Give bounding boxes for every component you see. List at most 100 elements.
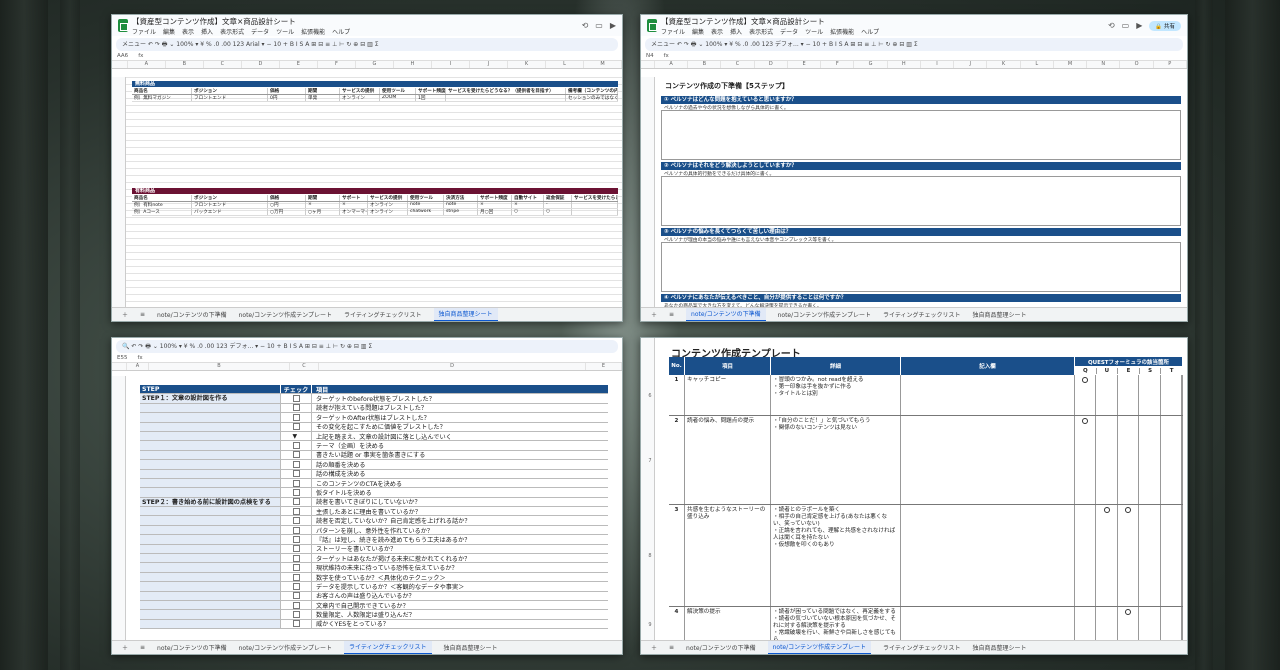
checklist-item[interactable]: テーマ（企画）を決める <box>312 441 608 450</box>
menu-edit[interactable]: 編集 <box>692 27 704 36</box>
td[interactable]: ZOOM <box>380 95 416 101</box>
paid-table-row[interactable]: 例）Aコース バックエンド ○万円 ○ヶ月 オンマーマイ オンライン chatwork str… <box>132 209 618 216</box>
tab-checklist[interactable]: ライティングチェックリスト <box>343 641 432 654</box>
tab-template[interactable]: note/コンテンツ作成テンプレート <box>767 641 871 654</box>
td[interactable]: オンライン <box>340 95 380 101</box>
toolbar[interactable]: メニュー ↶ ↷ 🖶 ⌄ 100% ▾ ¥ % .0 .00 123 デフォ..… <box>645 38 1183 51</box>
tab-checklist[interactable]: ライティングチェックリスト <box>344 310 422 319</box>
tab-product-sheet[interactable]: 独自商品整理シート <box>444 643 498 652</box>
td[interactable]: stripe <box>444 209 478 215</box>
tab-prep[interactable]: note/コンテンツの下準備 <box>686 643 756 652</box>
checklist-item[interactable]: 読者を書いてきぼりにしていないか？ <box>312 497 608 506</box>
quest-cell[interactable] <box>1139 505 1161 606</box>
checklist-item[interactable]: 威かくYESをとっている？ <box>312 619 608 628</box>
quest-cell[interactable] <box>1075 375 1097 415</box>
td[interactable]: オンマーマイ <box>340 209 368 215</box>
col-header[interactable]: C <box>290 363 319 370</box>
tab-prep[interactable]: note/コンテンツの下準備 <box>686 308 766 321</box>
td[interactable]: フロントエンド <box>192 95 268 101</box>
td[interactable] <box>446 95 566 101</box>
checklist-item[interactable]: 『話』は短し、続きを読み進めてもらう工夫はあるか？ <box>312 535 608 544</box>
tab-checklist[interactable]: ライティングチェックリスト <box>883 643 961 652</box>
quest-cell[interactable] <box>1161 505 1182 606</box>
quest-cell[interactable] <box>1161 607 1182 642</box>
quest-cell[interactable] <box>1075 416 1097 504</box>
td[interactable]: ○ <box>544 209 572 215</box>
comment-icon[interactable]: ▭ <box>1122 21 1130 31</box>
meet-icon[interactable]: ▶ <box>1136 21 1142 31</box>
menu-tools[interactable]: ツール <box>805 27 823 36</box>
td[interactable]: 例）有料note <box>132 202 192 208</box>
tab-product-sheet[interactable]: 独自商品整理シート <box>973 310 1027 319</box>
quest-cell[interactable] <box>1118 505 1140 606</box>
col-header[interactable]: J <box>470 61 508 68</box>
quest-cell[interactable] <box>1118 607 1140 642</box>
checkbox[interactable] <box>292 507 300 515</box>
quest-cell[interactable] <box>1161 416 1182 504</box>
cell-reference[interactable]: E55 <box>117 355 127 361</box>
quest-cell[interactable] <box>1096 505 1118 606</box>
dropdown-arrow-icon[interactable]: ▼ <box>293 433 300 440</box>
tab-template[interactable]: note/コンテンツ作成テンプレート <box>778 310 871 319</box>
col-header[interactable]: A <box>128 61 166 68</box>
tab-product-sheet[interactable]: 独自商品整理シート <box>973 643 1027 652</box>
checkbox[interactable] <box>292 451 300 459</box>
checkbox[interactable] <box>292 423 300 431</box>
td[interactable]: 1回 <box>416 95 446 101</box>
add-sheet-icon[interactable]: ＋ <box>651 643 657 652</box>
td[interactable]: note <box>444 202 478 208</box>
checklist-item[interactable]: データを提示しているか？＜客観的なデータや事実＞ <box>312 582 608 591</box>
col-header[interactable]: K <box>508 61 546 68</box>
menu-extensions[interactable]: 拡張機能 <box>301 27 325 36</box>
td[interactable]: × <box>512 202 544 208</box>
menu-format[interactable]: 表示形式 <box>220 27 244 36</box>
col-header[interactable]: F <box>318 61 356 68</box>
checkbox[interactable] <box>292 460 300 468</box>
quest-cell[interactable] <box>1118 416 1140 504</box>
checkbox[interactable] <box>292 488 300 496</box>
menu-view[interactable]: 表示 <box>182 27 194 36</box>
entry-cell[interactable] <box>901 607 1075 642</box>
menu-view[interactable]: 表示 <box>711 27 723 36</box>
quest-cell[interactable] <box>1139 607 1161 642</box>
checkbox[interactable] <box>292 442 300 450</box>
menu-file[interactable]: ファイル <box>132 27 156 36</box>
checklist-item[interactable]: パターンを崩し、意外性を作れているか？ <box>312 526 608 535</box>
checklist-item[interactable]: 主張したあとに理由を書いているか？ <box>312 507 608 516</box>
checklist-item[interactable]: 現状維持の未来に待っている恐怖を伝えているか？ <box>312 563 608 572</box>
checklist-item[interactable]: 仮タイトルを決める <box>312 488 608 497</box>
paid-table-row[interactable]: 例）有料note フロントエンド ○円 × × オンライン note note × × - <box>132 202 618 209</box>
checkbox[interactable] <box>292 413 300 421</box>
checklist-item[interactable]: 読者が抱えている問題はブレストした？ <box>312 403 608 412</box>
checklist-item[interactable]: 話の構成を決める <box>312 469 608 478</box>
quest-cell[interactable] <box>1096 607 1118 642</box>
menu-insert[interactable]: 挿入 <box>201 27 213 36</box>
quest-cell[interactable] <box>1139 375 1161 415</box>
td[interactable]: 例）Aコース <box>132 209 192 215</box>
quest-cell[interactable] <box>1161 375 1182 415</box>
checkbox[interactable] <box>292 535 300 543</box>
td[interactable]: セッションのみではなく… <box>566 95 618 101</box>
checklist-item[interactable]: 書きたい話題 or 事実を箇条書きにする <box>312 450 608 459</box>
td[interactable]: ○ヶ月 <box>306 209 340 215</box>
td[interactable]: × <box>340 202 368 208</box>
toolbar[interactable]: メニュー ↶ ↷ 🖶 ⌄ 100% ▾ ¥ % .0 .00 123 Arial… <box>116 38 618 51</box>
col-header[interactable]: A <box>127 363 149 370</box>
checklist-item[interactable]: 話の順番を決める <box>312 460 608 469</box>
menu-edit[interactable]: 編集 <box>163 27 175 36</box>
menu-format[interactable]: 表示形式 <box>749 27 773 36</box>
td[interactable] <box>572 202 618 208</box>
td[interactable]: 月○回 <box>478 209 512 215</box>
quest-cell[interactable] <box>1096 416 1118 504</box>
menu-data[interactable]: データ <box>251 27 269 36</box>
menu-insert[interactable]: 挿入 <box>730 27 742 36</box>
checkbox[interactable] <box>292 470 300 478</box>
meet-icon[interactable]: ▶ <box>610 21 616 30</box>
checklist-item[interactable]: ストーリーを書いているか？ <box>312 544 608 553</box>
row-number[interactable]: 7 <box>645 458 655 464</box>
tab-template[interactable]: note/コンテンツ作成テンプレート <box>239 643 332 652</box>
col-header[interactable]: I <box>432 61 470 68</box>
tab-product-sheet[interactable]: 独自商品整理シート <box>433 308 498 321</box>
checkbox[interactable] <box>292 620 300 628</box>
checklist-item[interactable]: このコンテンツのCTAを決める <box>312 479 608 488</box>
